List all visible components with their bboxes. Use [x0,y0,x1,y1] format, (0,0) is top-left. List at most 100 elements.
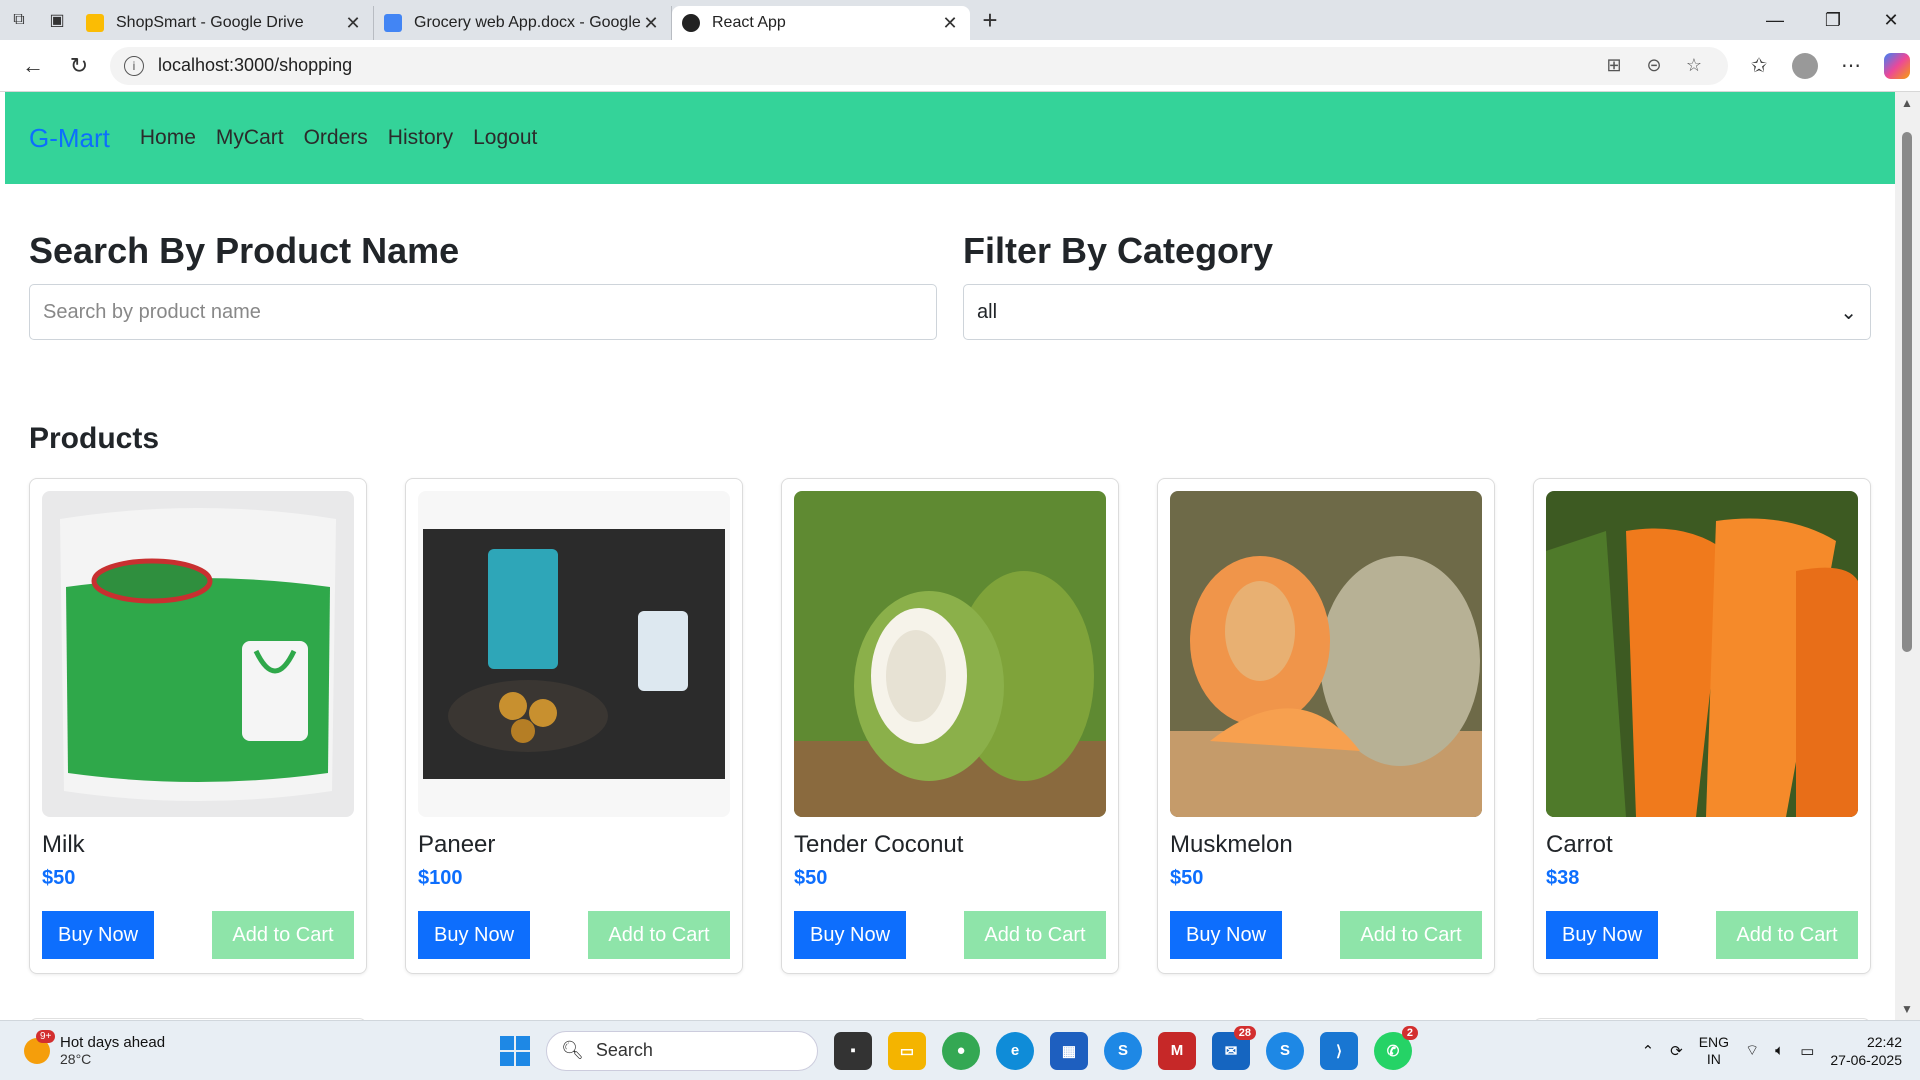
microsoft-store-icon[interactable]: ▦ [1050,1031,1088,1070]
copilot-icon[interactable] [1884,52,1910,79]
product-card: Muskmelon $50 Buy Now Add to Cart [1157,478,1495,974]
nav-mycart[interactable]: MyCart [216,126,284,150]
google-drive-icon [86,14,104,32]
scroll-up-arrow-icon[interactable]: ▲ [1901,96,1913,110]
site-info-icon[interactable]: i [124,55,144,76]
profile-avatar[interactable] [1792,52,1818,79]
add-to-cart-button[interactable]: Add to Cart [964,911,1106,959]
react-icon [682,14,700,32]
next-row-cards-partial [5,974,1895,1020]
add-to-cart-button[interactable]: Add to Cart [212,911,354,959]
url-text[interactable]: localhost:3000/shopping [158,55,1594,76]
favorite-star-icon[interactable]: ☆ [1674,55,1714,76]
product-card: Carrot $38 Buy Now Add to Cart [1533,478,1871,974]
vertical-tabs-icon[interactable]: ▣ [38,0,76,40]
brand-logo[interactable]: G-Mart [29,123,110,154]
chevron-up-icon[interactable]: ⌃ [1642,1042,1655,1060]
product-name: Tender Coconut [794,831,964,858]
close-tab-icon[interactable]: ✕ [940,13,960,34]
back-button[interactable]: ← [10,46,56,86]
tab-google-drive[interactable]: ShopSmart - Google Drive ✕ [76,6,374,40]
clock-date: 27-06-2025 [1830,1051,1902,1068]
search-input[interactable]: Search by product name [29,284,937,340]
buy-now-button[interactable]: Buy Now [418,911,531,959]
page-scrollbar[interactable]: ▲ ▼ [1895,92,1920,1020]
app-navbar: G-Mart Home MyCart Orders History Logout [5,92,1895,184]
vscode-icon[interactable]: ⟩ [1320,1031,1358,1070]
close-tab-icon[interactable]: ✕ [641,13,661,34]
restore-button[interactable]: ❐ [1804,0,1862,40]
close-window-button[interactable]: ✕ [1862,0,1920,40]
buy-now-button[interactable]: Buy Now [794,911,907,959]
scrollbar-thumb[interactable] [1902,132,1912,652]
products-heading: Products [29,422,160,455]
product-price: $50 [794,867,828,889]
workspaces-icon[interactable]: ⧉ [0,0,38,40]
product-image-tender-coconut [794,491,1106,817]
skype-icon[interactable]: S [1266,1031,1304,1070]
volume-icon[interactable]: 🔈︎ [1775,1042,1784,1059]
category-select[interactable]: all ⌄ [963,284,1871,340]
buy-now-button[interactable]: Buy Now [42,911,155,959]
buy-now-button[interactable]: Buy Now [1546,911,1659,959]
tab-title: React App [712,14,786,31]
product-image-muskmelon [1170,491,1482,817]
product-name: Muskmelon [1170,831,1293,858]
tab-react-app[interactable]: React App ✕ [672,6,970,40]
weather-sun-icon: 9+ [24,1029,56,1064]
battery-icon[interactable]: ▭ [1800,1042,1814,1060]
nav-orders[interactable]: Orders [304,126,368,150]
filters-section: Search By Product Name Search by product… [5,184,1895,340]
card-actions: Buy Now Add to Cart [1546,911,1858,959]
product-card: Paneer $100 Buy Now Add to Cart [405,478,743,974]
nav-history[interactable]: History [388,126,453,150]
weather-title: Hot days ahead [60,1034,166,1051]
add-to-cart-button[interactable]: Add to Cart [588,911,730,959]
settings-more-icon[interactable]: ⋯ [1828,53,1874,78]
edge-icon[interactable]: e [996,1031,1034,1070]
scroll-down-arrow-icon[interactable]: ▼ [1901,1002,1913,1016]
address-toolbar: ← ↻ i localhost:3000/shopping ⊞ ⊝ ☆ ✩ ⋯ [0,40,1920,92]
product-price: $38 [1546,867,1580,889]
add-to-cart-button[interactable]: Add to Cart [1340,911,1482,959]
mail-badge: 28 [1233,1025,1256,1040]
buy-now-button[interactable]: Buy Now [1170,911,1283,959]
browser-tab-strip: ⧉ ▣ ShopSmart - Google Drive ✕ Grocery w… [0,0,1920,40]
app-available-icon[interactable]: ⊞ [1594,55,1634,76]
category-selected-value: all [977,300,998,323]
address-bar[interactable]: i localhost:3000/shopping ⊞ ⊝ ☆ [110,46,1728,85]
file-explorer-icon[interactable]: ▭ [888,1031,926,1070]
product-grid: Milk $50 Buy Now Add to Cart Paneer $100… [5,478,1895,974]
filter-column: Filter By Category all ⌄ [963,230,1871,340]
add-to-cart-button[interactable]: Add to Cart [1716,911,1858,959]
windows-start-icon[interactable] [500,1035,530,1066]
close-tab-icon[interactable]: ✕ [343,13,363,34]
taskbar-center: 🔍︎ Search ▪ ▭ ● e ▦ S M ✉ 28 S ⟩ ✆ 2 [500,1025,1418,1071]
minimize-button[interactable]: — [1746,0,1804,40]
whatsapp-icon[interactable]: ✆ 2 [1374,1025,1418,1070]
new-tab-button[interactable]: + [970,5,1010,36]
tab-google-docs[interactable]: Grocery web App.docx - Google Docs ✕ [374,6,672,40]
taskbar-search[interactable]: 🔍︎ Search [546,1030,818,1071]
mail-icon[interactable]: ✉ 28 [1212,1025,1256,1070]
nav-logout[interactable]: Logout [473,126,537,150]
weather-widget[interactable]: 9+ Hot days ahead 28°C [24,1029,166,1067]
app-s-icon[interactable]: S [1104,1031,1142,1070]
clock[interactable]: 22:42 27-06-2025 [1830,1033,1902,1069]
refresh-button[interactable]: ↻ [56,46,102,86]
wifi-icon[interactable]: ⌔ [1745,1041,1759,1060]
card-actions: Buy Now Add to Cart [418,911,730,959]
product-name: Carrot [1546,831,1613,858]
language-indicator[interactable]: ENG IN [1699,1034,1729,1068]
chrome-icon[interactable]: ● [942,1031,980,1070]
task-view-icon[interactable]: ▪ [834,1031,872,1070]
nav-home[interactable]: Home [140,126,196,150]
product-price: $100 [418,867,463,889]
more-tools-icon[interactable]: ⊝ [1634,55,1674,76]
mcafee-icon[interactable]: M [1158,1031,1196,1070]
sync-icon[interactable]: ⟳ [1670,1042,1683,1060]
windows-taskbar: 9+ Hot days ahead 28°C 🔍︎ Search ▪ ▭ ● e… [0,1020,1920,1080]
google-docs-icon [384,14,402,32]
favorites-icon[interactable]: ✩ [1736,53,1782,78]
search-column: Search By Product Name Search by product… [29,230,937,340]
